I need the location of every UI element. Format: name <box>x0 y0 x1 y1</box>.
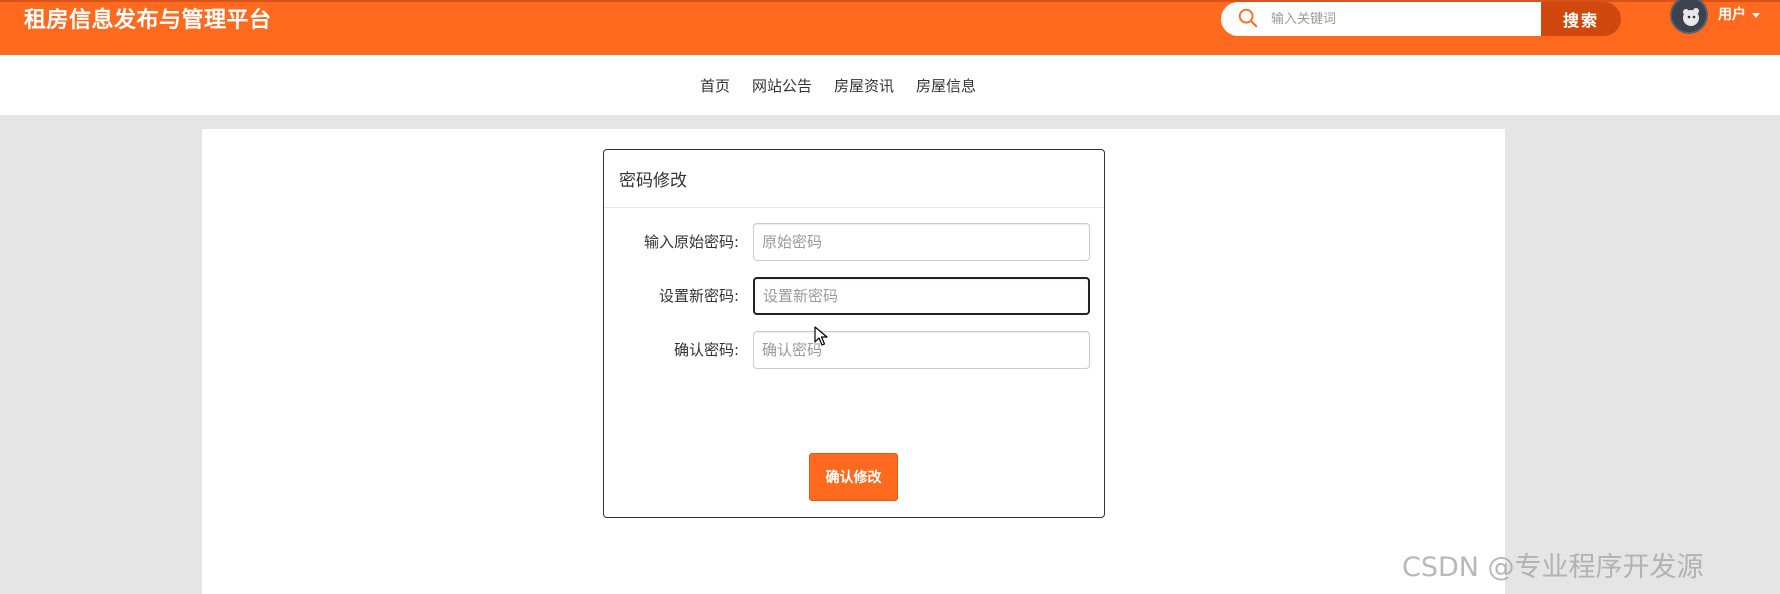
form-row-new-password: 设置新密码: <box>604 277 1104 317</box>
main-nav: 首页 网站公告 房屋资讯 房屋信息 <box>0 55 1780 115</box>
avatar[interactable] <box>1670 0 1708 34</box>
top-header: 租房信息发布与管理平台 搜索 用户 <box>0 0 1780 55</box>
confirm-change-button[interactable]: 确认修改 <box>809 453 898 501</box>
search-box <box>1221 2 1543 36</box>
confirm-password-input[interactable] <box>753 331 1090 369</box>
chevron-down-icon <box>1752 12 1760 18</box>
panel-title: 密码修改 <box>604 150 1104 208</box>
new-password-label: 设置新密码: <box>658 287 739 305</box>
user-menu-label: 用户 <box>1718 7 1746 23</box>
search-button[interactable]: 搜索 <box>1541 2 1621 36</box>
old-password-input[interactable] <box>753 223 1090 261</box>
user-menu[interactable]: 用户 <box>1718 4 1760 24</box>
site-title[interactable]: 租房信息发布与管理平台 <box>24 2 272 34</box>
nav-item-home[interactable]: 首页 <box>700 75 730 96</box>
form-row-old-password: 输入原始密码: <box>604 223 1104 263</box>
nav-item-house-news[interactable]: 房屋资讯 <box>834 75 894 96</box>
nav-item-house-info[interactable]: 房屋信息 <box>916 75 976 96</box>
avatar-image-icon <box>1672 0 1706 32</box>
new-password-input[interactable] <box>753 277 1090 315</box>
nav-items: 首页 网站公告 房屋资讯 房屋信息 <box>700 75 976 96</box>
password-change-panel: 密码修改 输入原始密码: 设置新密码: 确认密码: 确认修改 <box>603 149 1105 518</box>
search-bar: 搜索 <box>1221 2 1621 36</box>
form-row-confirm-password: 确认密码: <box>604 331 1104 371</box>
mouse-pointer-icon <box>814 326 828 346</box>
search-icon <box>1238 8 1258 28</box>
old-password-label: 输入原始密码: <box>643 233 739 251</box>
confirm-password-label: 确认密码: <box>673 341 739 359</box>
nav-item-announcements[interactable]: 网站公告 <box>752 75 812 96</box>
search-input[interactable] <box>1271 8 1531 30</box>
watermark: CSDN @专业程序开发源 <box>1402 552 1704 583</box>
